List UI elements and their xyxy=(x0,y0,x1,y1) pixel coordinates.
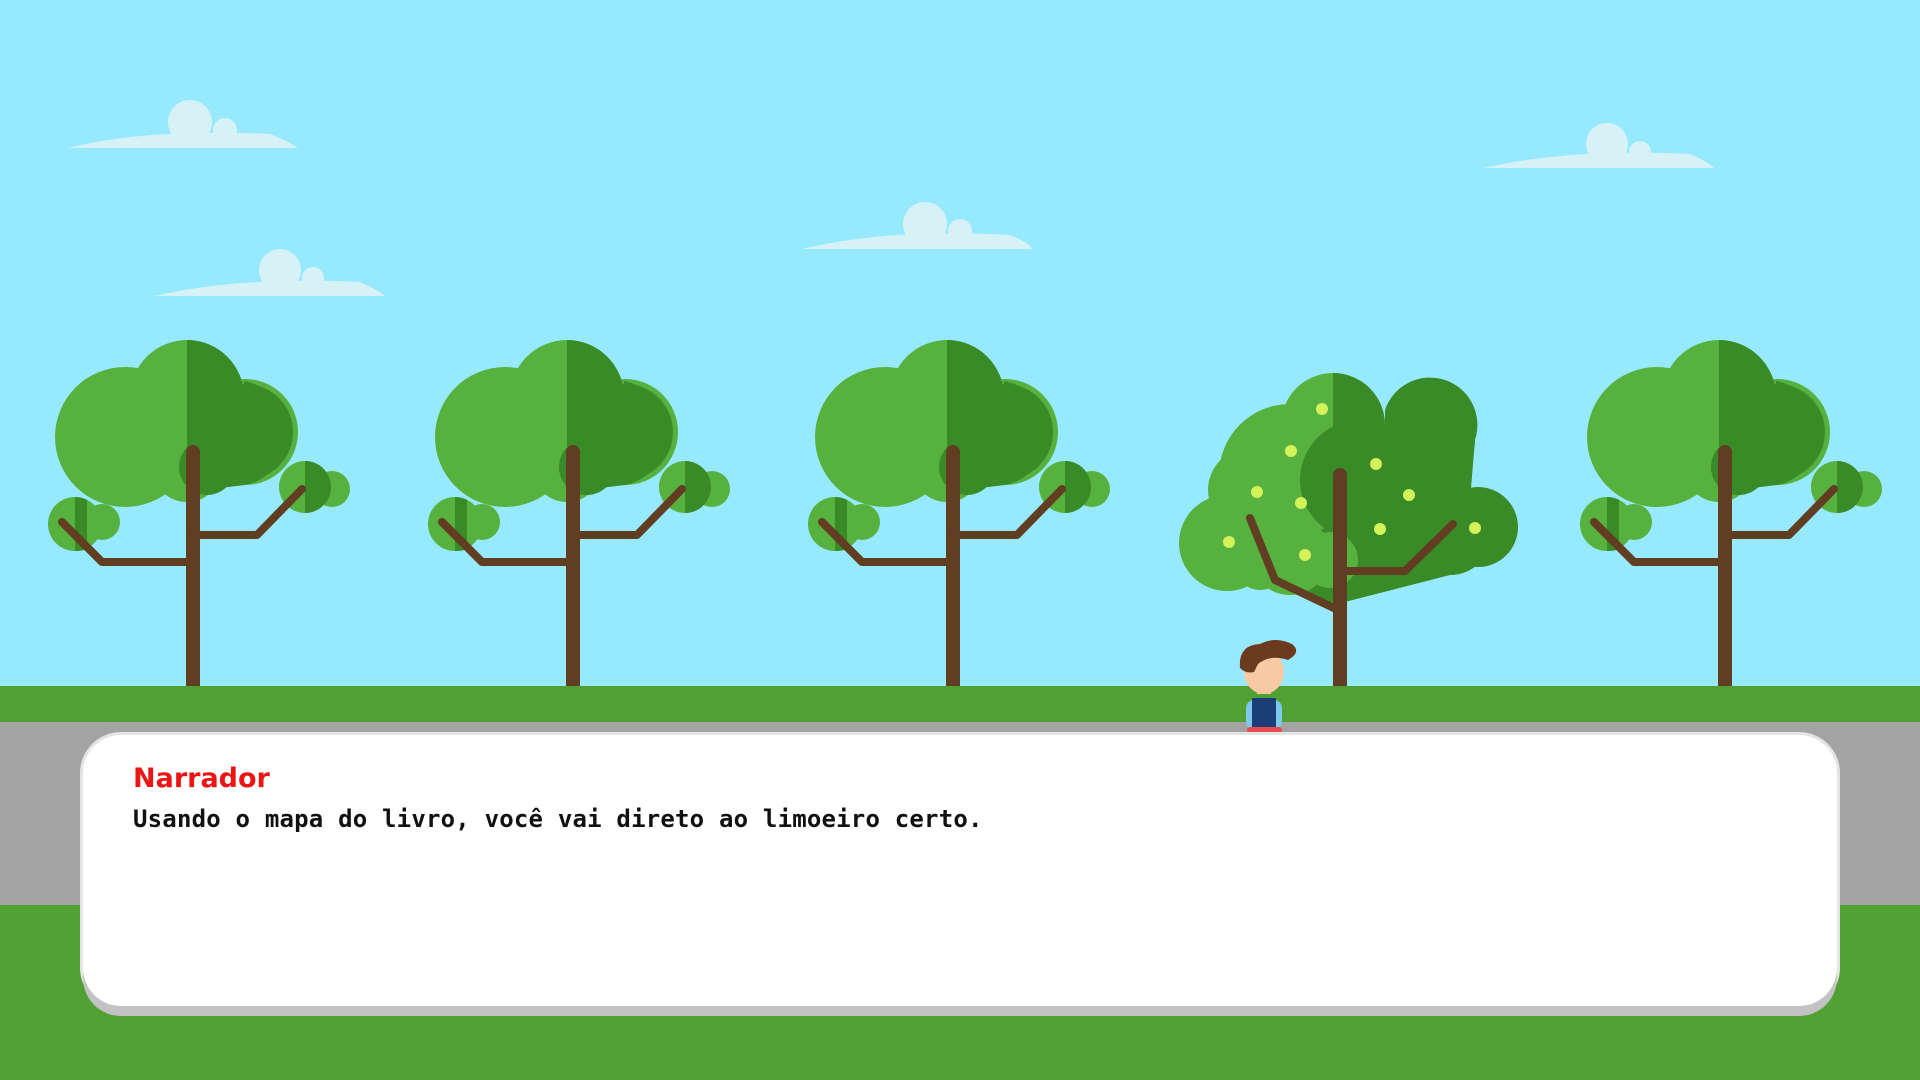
dialog-text: Usando o mapa do livro, você vai direto … xyxy=(133,805,983,833)
grass-strip xyxy=(0,686,1920,722)
speaker-name: Narrador xyxy=(133,763,270,794)
dialog-box[interactable]: Narrador Usando o mapa do livro, você va… xyxy=(83,735,1837,1006)
